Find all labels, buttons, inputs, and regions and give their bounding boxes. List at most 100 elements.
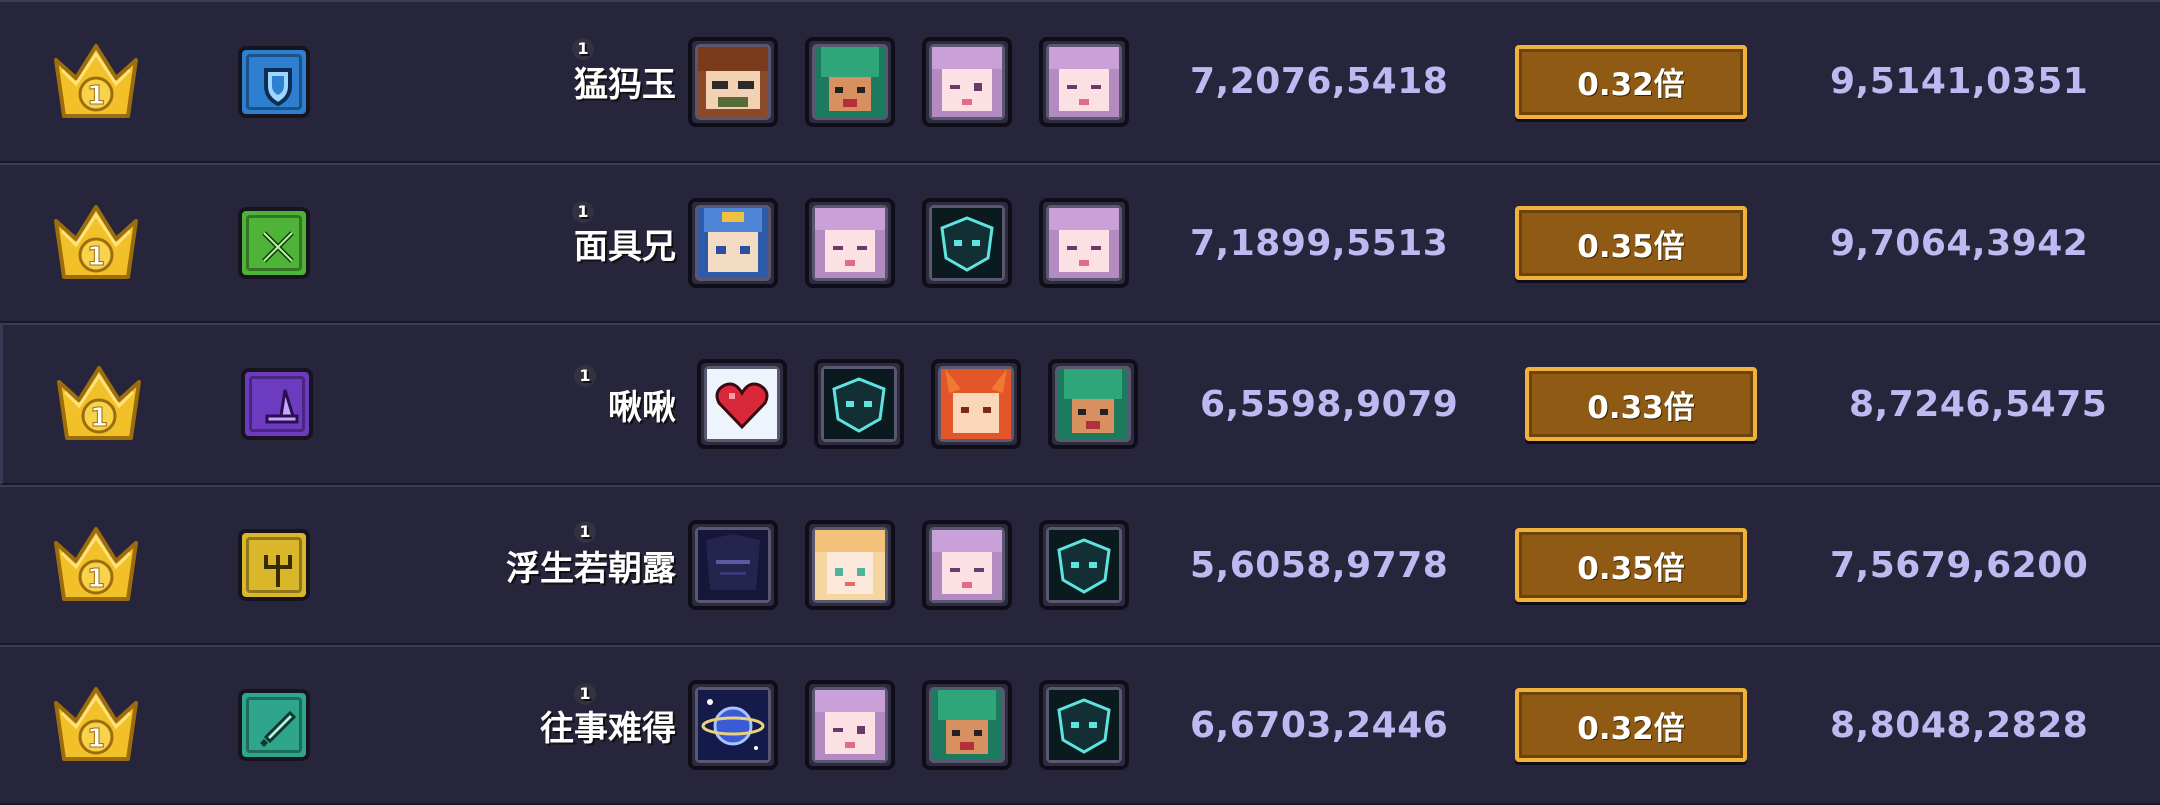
ranking-row[interactable]: 1 1 啾啾 6,5598,9079 0.33倍 8,7246,5475 xyxy=(0,323,2160,485)
player-rank-superscript: 1 xyxy=(572,38,594,60)
class-badge xyxy=(238,165,314,321)
class-badge xyxy=(238,647,314,803)
hero-portrait[interactable] xyxy=(805,680,895,770)
hero-dark-spider-mask-icon xyxy=(932,208,1002,278)
hero-portrait[interactable] xyxy=(688,680,778,770)
multiplier-cell: 0.32倍 xyxy=(1515,647,1755,803)
multiplier-badge[interactable]: 0.32倍 xyxy=(1515,44,1747,119)
player-rank-superscript: 1 xyxy=(574,521,596,543)
crown-icon: 1 xyxy=(54,43,138,118)
player-rank-superscript: 1 xyxy=(574,683,596,705)
hero-dark-spider-mask-icon xyxy=(824,369,894,439)
multiplier-badge[interactable]: 0.35倍 xyxy=(1515,206,1747,280)
crown-icon: 1 xyxy=(54,205,138,279)
hero-team xyxy=(688,165,1168,321)
damage-value: 5,6058,9778 xyxy=(1190,544,1449,586)
player-name-cell: 1 啾啾 xyxy=(376,325,676,483)
hero-blue-crown-girl-icon xyxy=(698,208,768,278)
hero-team xyxy=(688,647,1168,803)
hero-team xyxy=(691,325,1171,483)
hero-portrait[interactable] xyxy=(1039,198,1129,288)
crown-icon: 1 xyxy=(54,527,138,601)
rank-crown: 1 xyxy=(48,487,148,643)
player-name: 往事难得 xyxy=(540,708,676,749)
rank-number: 1 xyxy=(87,724,105,754)
sword-icon xyxy=(260,710,297,747)
ranking-row[interactable]: 1 1 面具兄 7,1899,5513 0.35倍 9,7064,3942 xyxy=(0,163,2160,323)
hero-green-cat-hood-icon xyxy=(932,690,1002,760)
multiplier-badge[interactable]: 0.33倍 xyxy=(1525,367,1757,441)
ranking-row[interactable]: 1 1 往事难得 6,6703,2446 0.32倍 8,8048,2828 xyxy=(0,645,2160,805)
player-name: 面具兄 xyxy=(574,226,676,267)
hero-portrait[interactable] xyxy=(805,198,895,288)
hero-pink-hair-wink-icon xyxy=(815,690,885,760)
rank-number: 1 xyxy=(87,242,105,272)
crown-icon: 1 xyxy=(57,366,141,440)
player-name: 浮生若朝露 xyxy=(506,548,676,589)
hero-orange-fox-girl-icon xyxy=(941,369,1011,439)
hero-portrait[interactable] xyxy=(922,520,1012,610)
hero-portrait[interactable] xyxy=(805,520,895,610)
crown-icon: 1 xyxy=(54,687,138,761)
player-name: 猛犸玉 xyxy=(574,65,676,105)
witch-hat-icon xyxy=(265,389,299,424)
hero-brown-hair-glasses-icon xyxy=(698,46,768,117)
rank-number: 1 xyxy=(87,81,105,111)
total-score: 7,5679,6200 xyxy=(1830,544,2089,586)
hero-portrait[interactable] xyxy=(922,680,1012,770)
total-score: 9,7064,3942 xyxy=(1830,222,2089,264)
hero-portrait[interactable] xyxy=(922,198,1012,288)
hero-portrait[interactable] xyxy=(1039,36,1129,127)
rank-crown: 1 xyxy=(48,647,148,803)
hero-portrait[interactable] xyxy=(922,36,1012,127)
multiplier-cell: 0.35倍 xyxy=(1515,487,1755,643)
hero-portrait[interactable] xyxy=(1048,359,1138,449)
hero-portrait[interactable] xyxy=(805,36,895,127)
hero-portrait[interactable] xyxy=(688,36,778,127)
hero-pink-hair-wink-icon xyxy=(932,46,1002,117)
multiplier-cell: 0.33倍 xyxy=(1525,325,1765,483)
ranking-row[interactable]: 1 1 猛犸玉 7,2076,5418 0.32倍 9,5141,0351 xyxy=(0,0,2160,163)
hero-portrait[interactable] xyxy=(1039,520,1129,610)
multiplier-cell: 0.32倍 xyxy=(1515,2,1755,161)
player-name-cell: 1 猛犸玉 xyxy=(376,2,676,161)
hero-portrait[interactable] xyxy=(1039,680,1129,770)
class-badge xyxy=(238,487,314,643)
hero-red-heart-icon xyxy=(707,369,777,439)
hero-galaxy-planet-icon xyxy=(698,690,768,760)
ranking-row[interactable]: 1 1 浮生若朝露 5,6058,9778 0.35倍 7,5679,6200 xyxy=(0,485,2160,645)
multiplier-badge[interactable]: 0.35倍 xyxy=(1515,528,1747,602)
hero-portrait[interactable] xyxy=(931,359,1021,449)
player-name-cell: 1 浮生若朝露 xyxy=(376,487,676,643)
hero-team xyxy=(688,2,1168,161)
hero-portrait[interactable] xyxy=(688,198,778,288)
hero-pink-hair-smile-icon xyxy=(1049,46,1119,117)
damage-value: 6,5598,9079 xyxy=(1200,383,1459,425)
hero-pink-hair-smile-icon xyxy=(1049,208,1119,278)
player-name-cell: 1 面具兄 xyxy=(376,165,676,321)
multiplier-cell: 0.35倍 xyxy=(1515,165,1755,321)
damage-value: 7,2076,5418 xyxy=(1190,61,1449,102)
ranking-board: 1 1 猛犸玉 7,2076,5418 0.32倍 9,5141,0351 1 … xyxy=(0,0,2160,805)
player-rank-superscript: 1 xyxy=(572,201,594,223)
hero-dark-spider-mask-icon xyxy=(1049,530,1119,600)
total-score: 9,5141,0351 xyxy=(1830,61,2089,102)
multiplier-badge[interactable]: 0.32倍 xyxy=(1515,688,1747,762)
crossed-arrows-icon xyxy=(262,231,294,263)
hero-portrait[interactable] xyxy=(814,359,904,449)
hero-dark-shadow-mask-icon xyxy=(698,530,768,600)
hero-blonde-hair-girl-icon xyxy=(815,530,885,600)
damage-value: 7,1899,5513 xyxy=(1190,222,1449,264)
rank-number: 1 xyxy=(87,564,105,594)
rank-number: 1 xyxy=(90,403,108,433)
shield-icon xyxy=(264,67,292,106)
rank-crown: 1 xyxy=(48,165,148,321)
class-badge xyxy=(238,2,314,161)
rank-crown: 1 xyxy=(51,325,151,483)
total-score: 8,8048,2828 xyxy=(1830,704,2089,746)
hero-portrait[interactable] xyxy=(697,359,787,449)
hero-portrait[interactable] xyxy=(688,520,778,610)
rank-crown: 1 xyxy=(48,2,148,161)
class-badge xyxy=(241,325,317,483)
hero-green-cat-hood-icon xyxy=(1058,369,1128,439)
